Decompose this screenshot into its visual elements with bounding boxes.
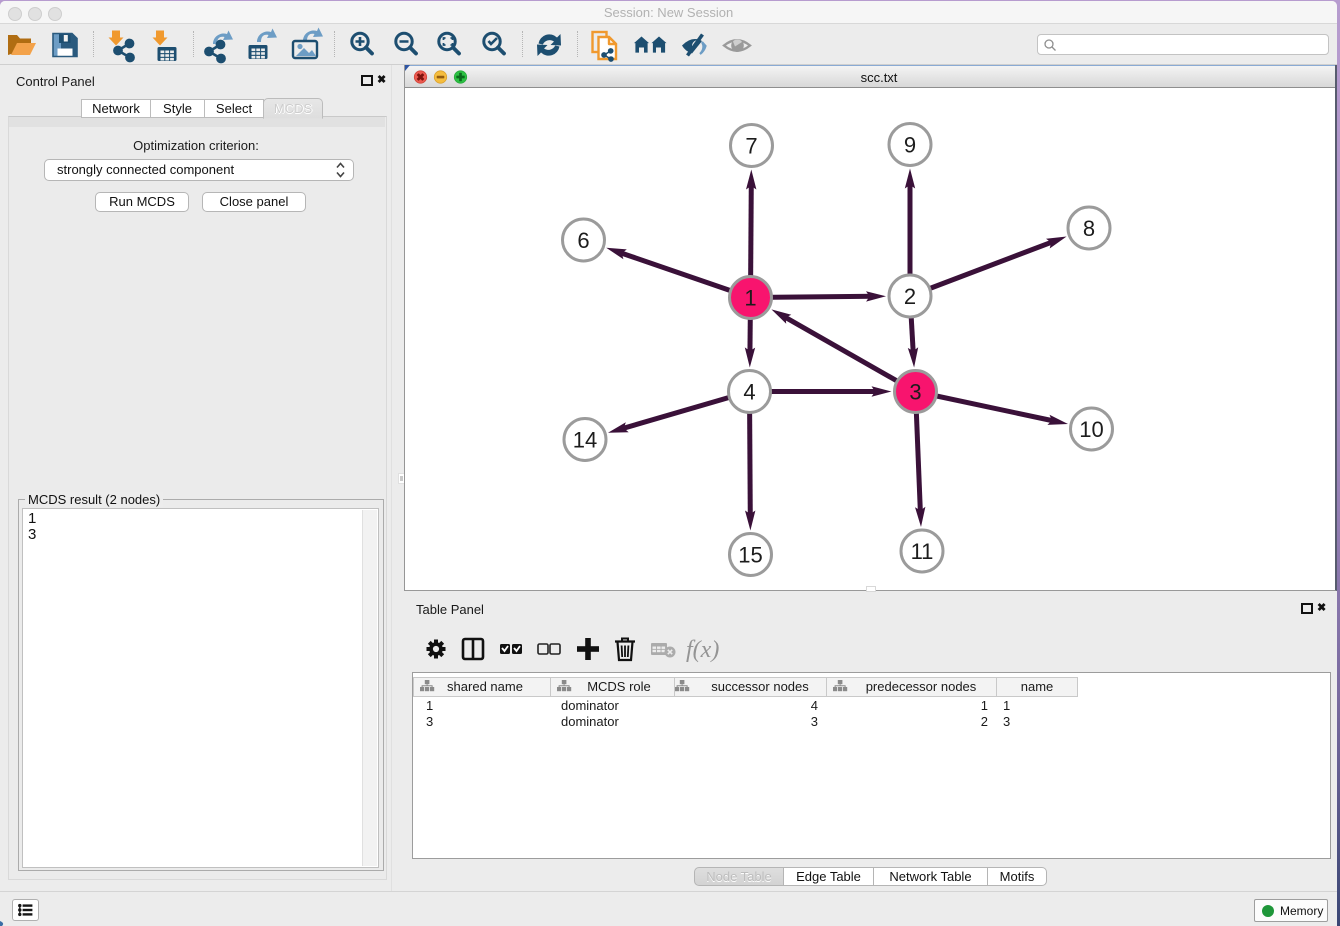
svg-text:dominator: dominator <box>561 698 619 713</box>
svg-text:1: 1 <box>1003 698 1010 713</box>
svg-text:1: 1 <box>744 286 756 311</box>
svg-text:name: name <box>1021 679 1054 694</box>
svg-text:2: 2 <box>904 284 916 309</box>
svg-text:3: 3 <box>1003 714 1010 729</box>
svg-text:4: 4 <box>743 380 755 405</box>
svg-text:3: 3 <box>811 714 818 729</box>
svg-text:8: 8 <box>1083 216 1095 241</box>
svg-text:6: 6 <box>577 228 589 253</box>
svg-text:7: 7 <box>745 134 757 159</box>
svg-text:dominator: dominator <box>561 714 619 729</box>
svg-text:shared name: shared name <box>447 679 523 694</box>
svg-text:3: 3 <box>426 714 433 729</box>
svg-text:successor nodes: successor nodes <box>711 679 809 694</box>
svg-text:14: 14 <box>573 428 597 453</box>
svg-text:1: 1 <box>981 698 988 713</box>
svg-text:2: 2 <box>981 714 988 729</box>
svg-text:15: 15 <box>738 543 762 568</box>
svg-text:MCDS role: MCDS role <box>587 679 651 694</box>
svg-text:1: 1 <box>426 698 433 713</box>
svg-text:f(x): f(x) <box>686 637 719 663</box>
svg-text:10: 10 <box>1079 417 1103 442</box>
svg-text:3: 3 <box>909 380 921 405</box>
svg-text:9: 9 <box>904 133 916 158</box>
svg-text:4: 4 <box>811 698 818 713</box>
svg-text:predecessor nodes: predecessor nodes <box>866 679 977 694</box>
svg-text:11: 11 <box>911 539 934 564</box>
